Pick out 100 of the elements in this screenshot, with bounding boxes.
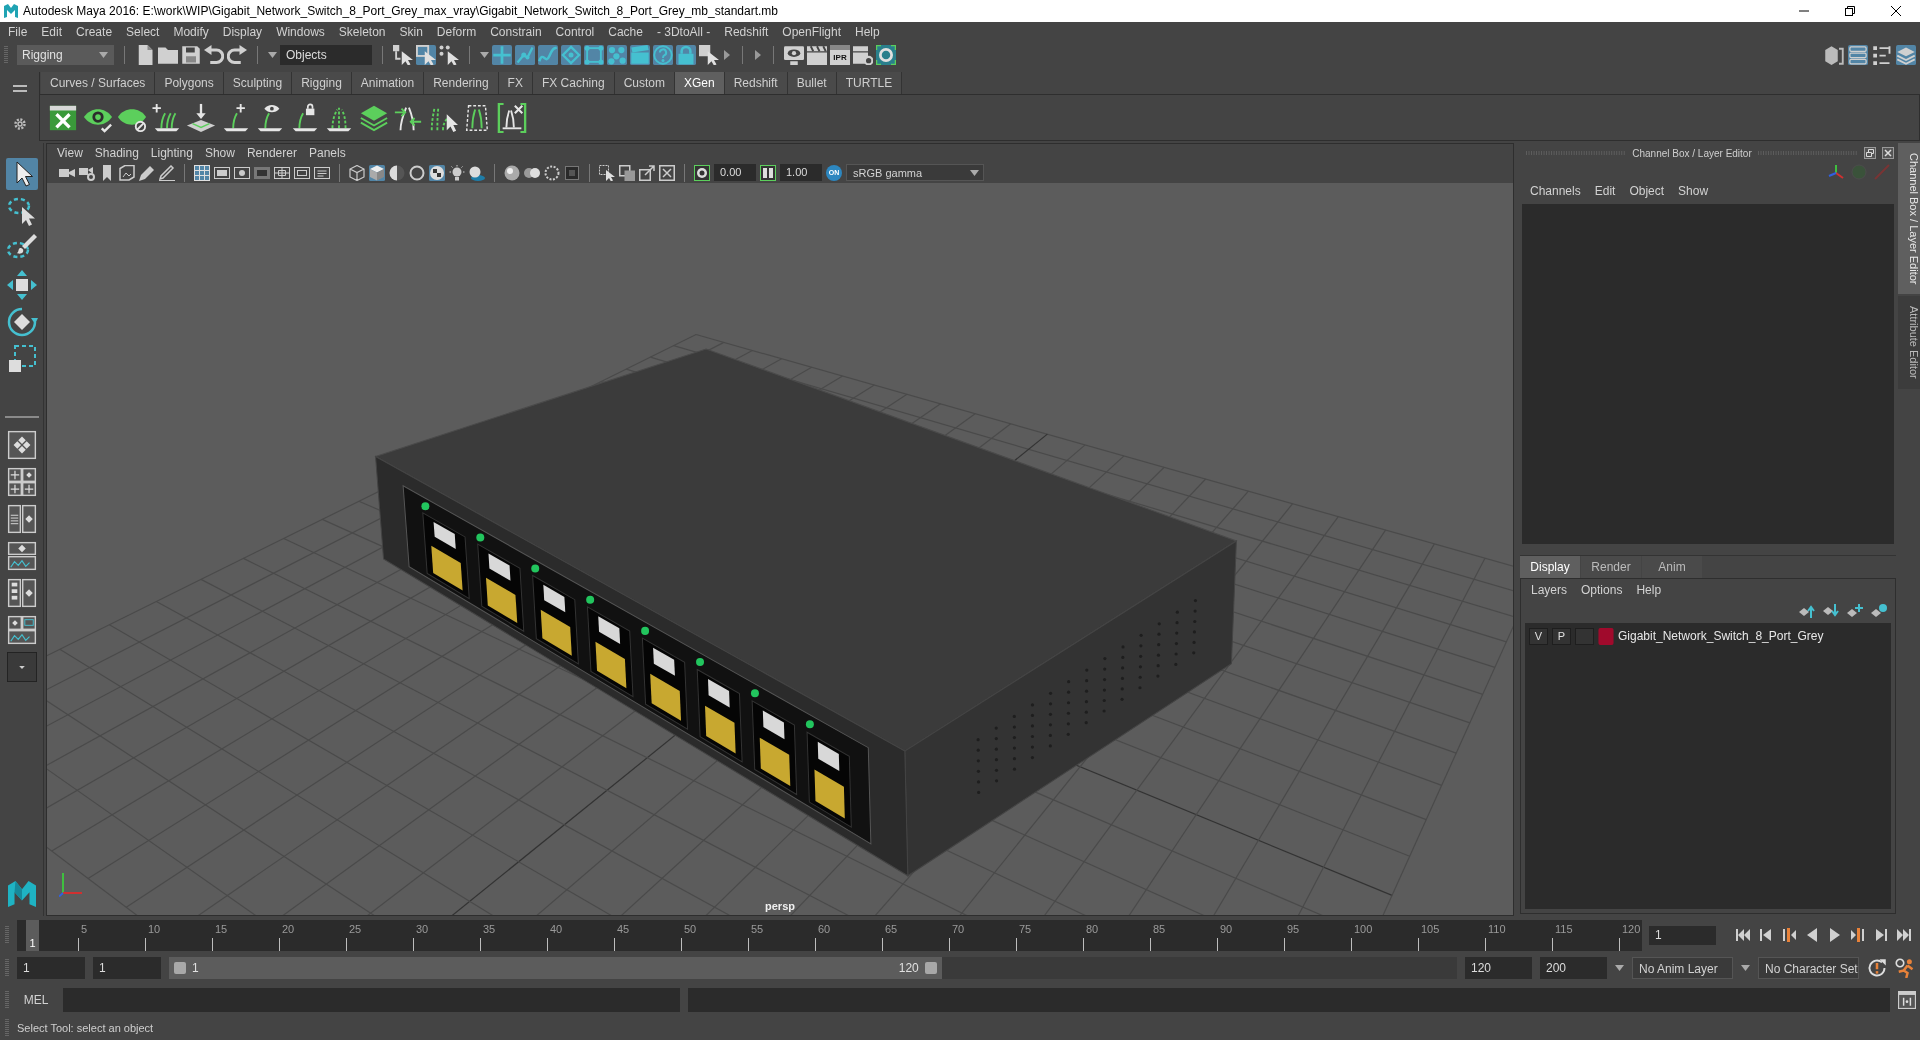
sphere-shadow-icon[interactable]: [469, 164, 485, 181]
caret-icon[interactable]: [1615, 965, 1624, 971]
drag-handle-icon[interactable]: [5, 991, 9, 1009]
viewport[interactable]: persp: [47, 183, 1513, 915]
grid-icon[interactable]: [194, 164, 210, 181]
arrow-cursor-icon[interactable]: [4, 158, 39, 190]
channel-box-menu-item[interactable]: Show: [1671, 184, 1716, 198]
menu-item[interactable]: Modify: [166, 22, 216, 42]
image-plane-icon[interactable]: [119, 164, 135, 181]
side-tab[interactable]: Attribute Editor: [1898, 296, 1920, 390]
cursor-selection-icon[interactable]: [599, 164, 615, 181]
dark-square-icon[interactable]: [564, 164, 580, 181]
menu-item[interactable]: Control: [548, 22, 602, 42]
command-language-button[interactable]: MEL: [17, 993, 55, 1007]
layer-arrow-up-icon[interactable]: [1799, 603, 1815, 619]
expand-arrow-icon[interactable]: [724, 50, 730, 60]
axis-icon[interactable]: [1828, 164, 1844, 180]
selection-mode-field[interactable]: Objects: [280, 45, 372, 65]
list-pane-layout-icon[interactable]: [5, 578, 38, 608]
clapboard-gear-icon[interactable]: [853, 45, 873, 65]
current-frame-marker[interactable]: 1: [26, 919, 39, 951]
menu-item[interactable]: Windows: [269, 22, 332, 42]
restore-icon[interactable]: [1845, 6, 1855, 16]
menu-set-dropdown[interactable]: Rigging: [17, 45, 114, 65]
shelf-tab[interactable]: Redshift: [724, 72, 788, 94]
layer-editor-tab[interactable]: Render: [1581, 556, 1641, 578]
time-slider[interactable]: 1 5 10 15 20 25 30 35 40 45 50 55 60 65 70 75 80 85 90 95 100 105 110 115 120: [17, 919, 1642, 951]
resolution-gate-icon[interactable]: [234, 164, 250, 181]
layer-menu-item[interactable]: Layers: [1524, 583, 1575, 597]
skip-to-end-icon[interactable]: [1896, 927, 1912, 943]
checker-circle-icon[interactable]: [429, 164, 445, 181]
menu-item[interactable]: Constrain: [483, 22, 549, 42]
stacked-pane-layout-icon[interactable]: [5, 541, 38, 571]
shelf-tab[interactable]: Curves / Surfaces: [41, 72, 156, 94]
two-pane-layout-icon[interactable]: [5, 504, 38, 534]
step-forward-icon[interactable]: [1873, 927, 1889, 943]
layer-name[interactable]: Gigabit_Network_Switch_8_Port_Grey: [1618, 629, 1824, 643]
visibility-toggle[interactable]: V: [1529, 627, 1548, 645]
menu-item[interactable]: Help: [848, 22, 887, 42]
circle-outline-icon[interactable]: [409, 164, 425, 181]
menu-item[interactable]: OpenFlight: [775, 22, 848, 42]
shelf-tab[interactable]: Custom: [614, 72, 675, 94]
skip-to-start-icon[interactable]: [1735, 927, 1751, 943]
menu-item[interactable]: Skin: [392, 22, 430, 42]
expand-arrow-icon[interactable]: [755, 50, 761, 60]
close-icon[interactable]: [1891, 6, 1901, 16]
caret-icon[interactable]: [268, 52, 277, 58]
single-pane-layout-icon[interactable]: [5, 430, 38, 460]
film-gate-icon[interactable]: [214, 164, 230, 181]
layer-menu-item[interactable]: Help: [1629, 583, 1669, 597]
monitor-eye-icon[interactable]: [784, 45, 804, 65]
layer-dot-icon[interactable]: [1871, 603, 1887, 619]
pencil-icon[interactable]: [159, 164, 175, 181]
camera-gear-icon[interactable]: [79, 164, 95, 181]
previous-key-icon[interactable]: [1781, 927, 1797, 943]
panel-menu-item[interactable]: Shading: [88, 144, 145, 162]
drag-handle-icon[interactable]: [5, 926, 9, 944]
shelf-tab[interactable]: FX Caching: [532, 72, 615, 94]
clapboard-icon[interactable]: [807, 45, 827, 65]
field-chart-icon[interactable]: [274, 164, 290, 181]
slider-handle-icon[interactable]: [924, 962, 937, 974]
layers-icon[interactable]: [1896, 45, 1916, 65]
grass-plus-icon[interactable]: [151, 102, 182, 133]
ring-icon[interactable]: [876, 45, 896, 65]
running-figure-icon[interactable]: [1895, 958, 1915, 978]
tool-list-icon[interactable]: [1872, 45, 1892, 65]
layer-arrow-down-icon[interactable]: [1823, 603, 1839, 619]
menu-item[interactable]: Cache: [601, 22, 650, 42]
cursor-box-icon[interactable]: [699, 45, 719, 65]
three-pane-layout-icon[interactable]: [5, 615, 38, 645]
shelf-tab[interactable]: Bullet: [787, 72, 837, 94]
menu-item[interactable]: - 3DtoAll -: [649, 22, 718, 42]
step-back-icon[interactable]: [1758, 927, 1774, 943]
hexagon-bracket-icon[interactable]: [1824, 45, 1844, 65]
strand-eye-icon[interactable]: [255, 102, 285, 133]
attribute-list-icon[interactable]: [1848, 45, 1868, 65]
panel-menu-item[interactable]: Panels: [302, 144, 352, 162]
arrow-plane-icon[interactable]: [186, 102, 216, 133]
four-pane-layout-icon[interactable]: [5, 467, 38, 497]
folder-icon[interactable]: [158, 45, 178, 65]
playback-end-field[interactable]: 120: [1465, 957, 1532, 979]
shelf-tab[interactable]: Rigging: [292, 72, 352, 94]
end-time-field[interactable]: 200: [1540, 957, 1607, 979]
shelf-tab[interactable]: Rendering: [424, 72, 499, 94]
layer-color-icon[interactable]: [1598, 627, 1614, 645]
side-tab[interactable]: Channel Box / Layer Editor: [1898, 143, 1920, 295]
shelf-tab[interactable]: Sculpting: [223, 72, 293, 94]
script-window-icon[interactable]: [1898, 991, 1916, 1009]
layer-plus-icon[interactable]: [1847, 603, 1863, 619]
playback-toggle[interactable]: P: [1552, 627, 1571, 645]
exposure-field[interactable]: 0.00: [714, 164, 756, 181]
shaded-cube-icon[interactable]: [369, 164, 385, 181]
gate-mask-icon[interactable]: [254, 164, 270, 181]
overlapping-squares-icon[interactable]: [619, 164, 635, 181]
shelf-tab[interactable]: Polygons: [155, 72, 224, 94]
slider-handle-icon[interactable]: [174, 962, 186, 974]
float-window-icon[interactable]: [1864, 147, 1876, 159]
menu-item[interactable]: Edit: [34, 22, 70, 42]
layer-editor-tab[interactable]: Display: [1520, 556, 1580, 578]
channel-box-menu-item[interactable]: Channels: [1523, 184, 1588, 198]
